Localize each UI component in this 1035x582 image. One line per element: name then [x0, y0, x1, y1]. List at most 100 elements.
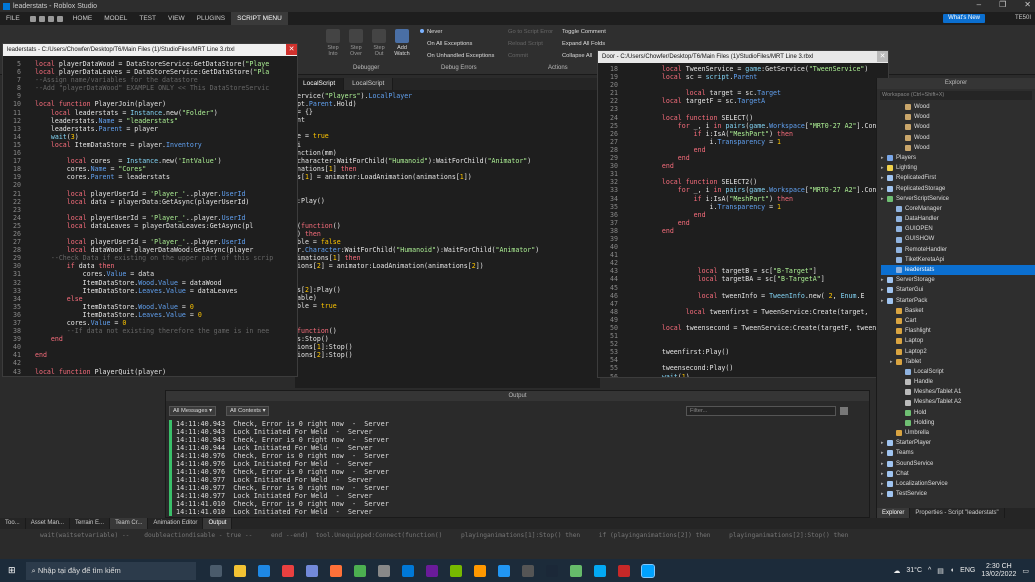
code-line[interactable]: local ItemDataStore = player.Inventory: [35, 141, 273, 149]
close-icon[interactable]: ✕: [1024, 0, 1031, 9]
explorer-item[interactable]: ▸ Lighting: [881, 163, 1035, 173]
explorer-item[interactable]: ▸ SoundService: [881, 459, 1035, 469]
bottom-tab-0[interactable]: Too...: [0, 518, 26, 529]
code-line[interactable]: [297, 311, 539, 319]
tab-model[interactable]: MODEL: [98, 12, 133, 25]
volume-icon[interactable]: ◖: [950, 567, 954, 574]
code-line[interactable]: [646, 332, 876, 340]
app-icon[interactable]: [497, 564, 510, 577]
code-line[interactable]: local function PlayerQuit(player): [35, 368, 273, 376]
maximize-icon[interactable]: ❐: [999, 0, 1006, 9]
toggle-comment-button[interactable]: Toggle Comment: [562, 29, 606, 35]
minimize-icon[interactable]: –: [977, 0, 981, 9]
code-line[interactable]: cores.Parent = leaderstats: [35, 173, 273, 181]
code-line[interactable]: [297, 213, 539, 221]
app-icon[interactable]: [401, 564, 414, 577]
bottom-tab-3[interactable]: Team Cr...: [110, 518, 149, 529]
code-line[interactable]: local function PlayerJoin(player): [35, 100, 273, 108]
left-editor-code[interactable]: local playerDataWood = DataStoreService:…: [35, 60, 273, 376]
code-line[interactable]: local target = sc.Target: [646, 89, 876, 97]
explorer-item[interactable]: ▸ StarterPlayer: [881, 438, 1035, 448]
code-line[interactable]: leaderstats.Parent = player: [35, 125, 273, 133]
code-line[interactable]: for _, i in pairs(game.Workspace["MRT0-2…: [646, 186, 877, 194]
code-line[interactable]: [646, 316, 876, 324]
code-line[interactable]: --Check Data if existing on the upper pa…: [35, 254, 273, 262]
code-line[interactable]: character:WaitForChild("Humanoid"):WaitF…: [297, 157, 539, 165]
network-icon[interactable]: ▤: [937, 567, 944, 575]
code-line[interactable]: local targetB = sc["B-Target"]: [646, 267, 876, 275]
commit-button[interactable]: Commit: [508, 53, 528, 59]
code-line[interactable]: nction(mm): [297, 149, 539, 157]
code-line[interactable]: ) then: [297, 230, 539, 238]
code-line[interactable]: if i:IsA("MeshPart") then: [646, 130, 876, 138]
explorer-item[interactable]: Handle: [881, 377, 1035, 387]
code-line[interactable]: end: [646, 219, 876, 227]
code-line[interactable]: [646, 243, 876, 251]
bottom-tab-1[interactable]: Asset Man...: [26, 518, 71, 529]
code-line[interactable]: [297, 181, 539, 189]
explorer-item[interactable]: Umbrella: [881, 428, 1035, 438]
code-line[interactable]: local playerUserId = 'Player_'..player.U…: [35, 238, 273, 246]
debug-all-exceptions-option[interactable]: On All Exceptions: [427, 41, 472, 47]
tab-script-menu[interactable]: SCRIPT MENU: [231, 12, 288, 25]
code-line[interactable]: [646, 170, 876, 178]
code-line[interactable]: for _, i in pairs(game.Workspace["MRT0-2…: [646, 122, 877, 130]
app-icon[interactable]: [593, 564, 606, 577]
explorer-item[interactable]: ▸ ReplicatedStorage: [881, 184, 1035, 194]
clock[interactable]: 2:30 CH 13/02/2022: [981, 563, 1016, 579]
tab-home[interactable]: HOME: [67, 12, 99, 25]
expand-all-folds-button[interactable]: Expand All Folds: [562, 41, 605, 47]
code-line[interactable]: imations[1] then: [297, 254, 539, 262]
code-line[interactable]: local leaderstats = Instance.new("Folder…: [35, 109, 273, 117]
explorer-item[interactable]: Laptop2: [881, 347, 1035, 357]
explorer-item[interactable]: Meshes/Tablet A2: [881, 397, 1035, 407]
code-line[interactable]: pt.Parent.Hold): [297, 100, 539, 108]
code-line[interactable]: if i:IsA("MeshPart") then: [646, 195, 876, 203]
code-line[interactable]: [646, 81, 876, 89]
explorer-item[interactable]: Cart: [881, 316, 1035, 326]
code-line[interactable]: local playerUserId = 'Player_'..player.U…: [35, 190, 273, 198]
explorer-item[interactable]: Wood: [881, 102, 1035, 112]
explorer-item[interactable]: Wood: [881, 133, 1035, 143]
code-line[interactable]: [35, 92, 273, 100]
code-line[interactable]: function(): [297, 327, 539, 335]
code-line[interactable]: end: [35, 335, 273, 343]
right-editor-code[interactable]: local TweenService = game:GetService("Tw…: [646, 65, 877, 377]
code-line[interactable]: --Add "playerDataWood" EXAMPLE ONLY << T…: [35, 84, 273, 92]
close-icon[interactable]: ✕: [286, 44, 297, 55]
code-line[interactable]: [646, 105, 876, 113]
code-line[interactable]: local dataWood = playerDataWood:GetAsync…: [35, 246, 273, 254]
weather-icon[interactable]: ☁: [893, 567, 900, 575]
explorer-item[interactable]: GUIOPEN: [881, 224, 1035, 234]
code-line[interactable]: [646, 300, 876, 308]
code-line[interactable]: [646, 356, 876, 364]
code-line[interactable]: [35, 230, 273, 238]
app-icon[interactable]: [617, 564, 630, 577]
code-line[interactable]: ItemDataStore.Wood.Value = 0: [35, 303, 273, 311]
explorer-item[interactable]: ▸ StarterPack: [881, 296, 1035, 306]
code-line[interactable]: [646, 284, 876, 292]
windows-start-icon[interactable]: ⊞: [8, 565, 16, 576]
code-line[interactable]: = {}: [297, 108, 539, 116]
code-line[interactable]: ItemDataStore.Leaves.Value = 0: [35, 311, 273, 319]
bottom-tab-5[interactable]: Output: [203, 518, 233, 529]
explorer-item[interactable]: GUISHOW: [881, 234, 1035, 244]
explorer-search-input[interactable]: Workspace (Ctrl+Shift+X): [880, 91, 1032, 100]
explorer-item[interactable]: ▸ ReplicatedFirst: [881, 173, 1035, 183]
reload-script-button[interactable]: Reload Script: [508, 41, 543, 47]
code-line[interactable]: local tweensecond = TweenService:Create(…: [646, 324, 876, 332]
step-into-button[interactable]: Step Into: [323, 45, 343, 57]
code-line[interactable]: [646, 340, 876, 348]
explorer-item[interactable]: ▸ StarterGui: [881, 285, 1035, 295]
code-line[interactable]: local function SELECT2(): [646, 178, 876, 186]
visual-studio-icon[interactable]: [425, 564, 438, 577]
steam-icon[interactable]: [545, 564, 558, 577]
explorer-item[interactable]: ▸ Players: [881, 153, 1035, 163]
code-line[interactable]: local sc = script.Parent: [646, 73, 876, 81]
code-line[interactable]: wait(1): [646, 373, 876, 377]
code-line[interactable]: [297, 270, 539, 278]
code-line[interactable]: able): [297, 294, 539, 302]
username-label[interactable]: TE50I: [1015, 12, 1031, 25]
explorer-item[interactable]: LocalScript: [881, 367, 1035, 377]
code-line[interactable]: [646, 235, 876, 243]
